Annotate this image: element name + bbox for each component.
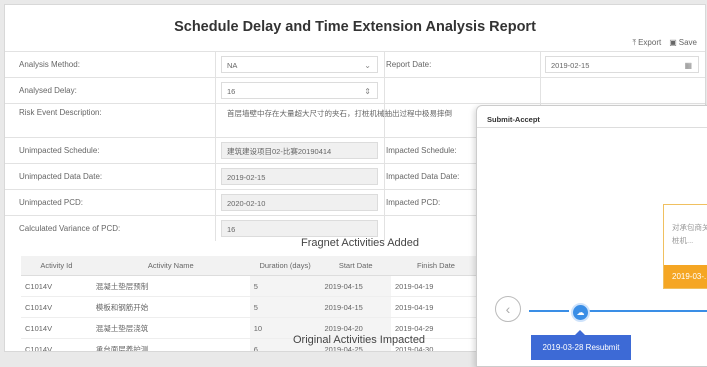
export-button[interactable]: ⤒ Export	[633, 38, 662, 48]
export-label: Export	[638, 38, 662, 47]
stepper-icon: ⇕	[364, 87, 371, 96]
unimpacted-schedule-field[interactable]: 建筑建设项目02-比赛20190414	[221, 142, 378, 159]
table-cell: C1014V	[21, 317, 92, 339]
report-date-label: Report Date:	[386, 60, 432, 69]
card-text: 对承包商关...打桩机...	[672, 223, 707, 245]
unimpacted-data-date-label: Unimpacted Data Date:	[19, 172, 103, 181]
save-icon: ▣	[669, 38, 677, 47]
unimpacted-pcd-label: Unimpacted PCD:	[19, 198, 84, 207]
chevron-left-icon[interactable]: ‹	[495, 296, 521, 322]
table-cell: 混凝土垫层浇筑	[91, 317, 250, 339]
table-cell: C1014V	[21, 338, 92, 351]
report-date-field[interactable]: 2019-02-15 ▦	[545, 56, 699, 73]
row-divider	[5, 103, 705, 104]
analysed-delay-label: Analysed Delay:	[19, 86, 77, 95]
export-icon: ⤒	[632, 38, 637, 47]
impacted-pcd-label: Impacted PCD:	[386, 198, 441, 207]
timeline-node-icon[interactable]: ☁	[571, 303, 590, 322]
column-header[interactable]: Activity Id	[21, 256, 92, 276]
unimpacted-pcd-field[interactable]: 2020-02-10	[221, 194, 378, 211]
column-header[interactable]: Finish Date	[391, 256, 481, 276]
variance-pcd-field[interactable]: 16	[221, 220, 378, 237]
row-divider	[5, 77, 705, 78]
panel-title: Submit-Accept	[487, 115, 540, 124]
timeline-node-caption: 2019-03-28 Resubmit	[531, 330, 631, 360]
table-cell: 混凝土垫层预制	[91, 275, 250, 297]
table-cell: C1014V	[21, 275, 92, 297]
timeline-line	[529, 310, 569, 312]
panel-divider	[477, 127, 707, 128]
column-divider	[384, 51, 385, 241]
table-cell: 2019-04-19	[391, 275, 481, 297]
original-section-title: Original Activities Impacted	[293, 334, 426, 346]
row-divider	[5, 51, 705, 52]
variance-pcd-label: Calculated Variance of PCD:	[19, 224, 121, 233]
table-row[interactable]: C1014V 混凝土垫层预制 5 2019-04-15 2019-04-19	[21, 275, 481, 297]
risk-event-label: Risk Event Description:	[19, 108, 102, 117]
unimpacted-data-date-field[interactable]: 2019-02-15	[221, 168, 378, 185]
analysed-delay-value: 16	[227, 87, 236, 96]
analysis-method-value: NA	[227, 61, 238, 70]
analysis-method-select[interactable]: NA ⌄	[221, 56, 378, 73]
analysed-delay-stepper[interactable]: 16 ⇕	[221, 82, 378, 99]
analysis-method-label: Analysis Method:	[19, 60, 80, 69]
impacted-schedule-label: Impacted Schedule:	[386, 146, 457, 155]
fragnet-section-title: Fragnet Activities Added	[301, 237, 420, 249]
risk-event-text: 首层墙壁中存在大量超大尺寸的夹石，打桩机械抽出过程中极易摔倒	[227, 109, 452, 118]
table-cell: 5	[249, 296, 321, 318]
column-header[interactable]: Duration (days)	[249, 256, 321, 276]
chevron-down-icon: ⌄	[364, 61, 371, 70]
unimpacted-schedule-label: Unimpacted Schedule:	[19, 146, 100, 155]
table-cell: 5	[249, 275, 321, 297]
table-header-row: Activity Id Activity Name Duration (days…	[21, 256, 481, 276]
report-title: Schedule Delay and Time Extension Analys…	[174, 19, 536, 35]
calendar-icon: ▦	[684, 61, 692, 70]
save-button[interactable]: ▣ Save	[669, 38, 697, 48]
timeline-line	[589, 310, 707, 312]
table-cell: 模板和钢筋开始	[91, 296, 250, 318]
save-label: Save	[678, 38, 697, 47]
report-date-value: 2019-02-15	[551, 61, 590, 70]
impacted-data-date-label: Impacted Data Date:	[386, 172, 460, 181]
table-cell: 2019-04-19	[391, 296, 481, 318]
card-date: 2019-03-...	[664, 265, 707, 288]
table-cell: 承台面层养护测	[91, 338, 250, 351]
column-header[interactable]: Start Date	[320, 256, 392, 276]
column-header[interactable]: Activity Name	[91, 256, 250, 276]
submit-accept-panel: Submit-Accept 对承包商关...打桩机... 2019-03-...…	[476, 105, 707, 367]
table-cell: 2019-04-15	[320, 275, 392, 297]
table-row[interactable]: C1014V 模板和钢筋开始 5 2019-04-15 2019-04-19	[21, 296, 481, 318]
column-divider	[215, 51, 216, 241]
report-toolbar: ⤒ Export ▣ Save	[633, 38, 697, 48]
table-cell: 2019-04-15	[320, 296, 392, 318]
timeline-card[interactable]: 对承包商关...打桩机... 2019-03-...	[663, 204, 707, 289]
table-cell: C1014V	[21, 296, 92, 318]
